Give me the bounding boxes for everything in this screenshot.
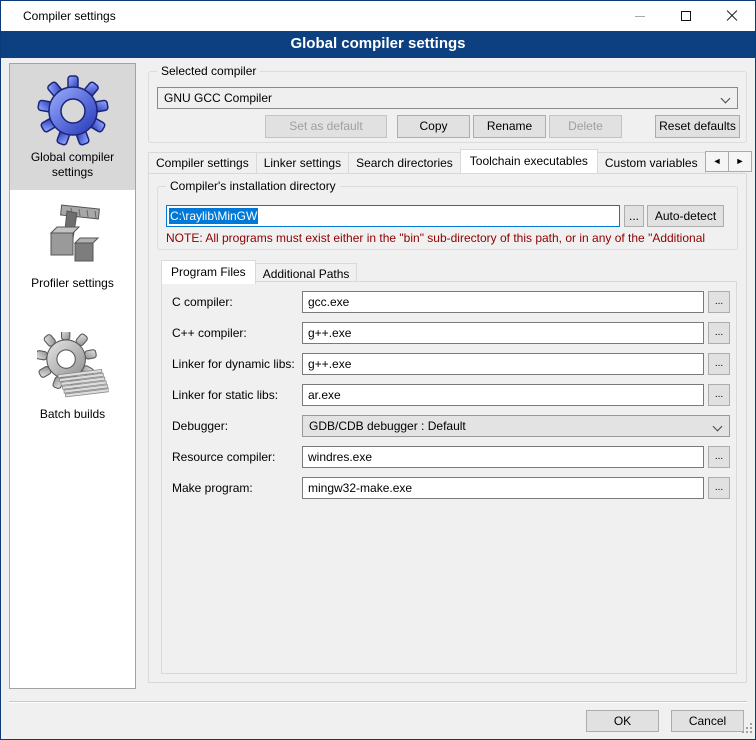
- footer-divider: [9, 701, 747, 703]
- compiler-buttons-row: Set as default Copy Rename Delete Reset …: [157, 115, 738, 138]
- browse-dynamic-linker-button[interactable]: ...: [708, 353, 730, 375]
- installation-directory-input[interactable]: C:\raylib\MinGW: [166, 205, 620, 227]
- cancel-button[interactable]: Cancel: [671, 710, 744, 732]
- tab-toolchain-executables[interactable]: Toolchain executables: [460, 149, 598, 173]
- form-row: Linker for dynamic libs: ...: [162, 353, 736, 375]
- program-files-panel: C compiler: ... C++ compiler: ... Linker…: [161, 281, 737, 674]
- compiler-select[interactable]: GNU GCC Compiler: [157, 87, 738, 109]
- blue-gear-icon: [14, 72, 131, 150]
- tab-custom-variables[interactable]: Custom variables: [597, 152, 706, 173]
- browse-resource-compiler-button[interactable]: ...: [708, 446, 730, 468]
- form-row: Make program: ...: [162, 477, 736, 499]
- dynamic-linker-input[interactable]: [302, 353, 704, 375]
- arrow-right-icon: ►: [736, 156, 745, 166]
- sidebar-item-label: Profiler settings: [14, 276, 131, 291]
- debugger-select-value: GDB/CDB debugger : Default: [309, 419, 466, 433]
- browse-c-compiler-button[interactable]: ...: [708, 291, 730, 313]
- chevron-down-icon: [713, 422, 723, 432]
- group-legend: Compiler's installation directory: [166, 179, 340, 194]
- tab-scroll-right-button[interactable]: ►: [728, 151, 752, 172]
- bin-subdirectory-note: NOTE: All programs must exist either in …: [166, 231, 735, 245]
- minimize-button[interactable]: [617, 1, 663, 31]
- resource-compiler-input[interactable]: [302, 446, 704, 468]
- browse-make-program-button[interactable]: ...: [708, 477, 730, 499]
- sidebar-item-label: Global compiler settings: [14, 150, 131, 180]
- delete-button[interactable]: Delete: [549, 115, 622, 138]
- make-program-input[interactable]: [302, 477, 704, 499]
- caption-buttons: [617, 1, 755, 31]
- form-row: Resource compiler: ...: [162, 446, 736, 468]
- browse-cpp-compiler-button[interactable]: ...: [708, 322, 730, 344]
- auto-detect-button[interactable]: Auto-detect: [647, 205, 724, 227]
- tab-compiler-settings[interactable]: Compiler settings: [148, 152, 257, 173]
- settings-category-list: Global compiler settings: [9, 63, 136, 689]
- field-label: C++ compiler:: [172, 322, 247, 344]
- form-row: C compiler: ...: [162, 291, 736, 313]
- field-label: Linker for dynamic libs:: [172, 353, 295, 375]
- sidebar-item-global-compiler-settings[interactable]: Global compiler settings: [10, 64, 135, 190]
- field-label: Linker for static libs:: [172, 384, 278, 406]
- chevron-down-icon: [721, 94, 731, 104]
- form-row: C++ compiler: ...: [162, 322, 736, 344]
- tab-scroll-left-button[interactable]: ◄: [705, 151, 729, 172]
- static-linker-input[interactable]: [302, 384, 704, 406]
- debugger-select[interactable]: GDB/CDB debugger : Default: [302, 415, 730, 437]
- sidebar-item-label: Batch builds: [14, 407, 131, 422]
- close-button[interactable]: [709, 1, 755, 31]
- sidebar-item-profiler-settings[interactable]: Profiler settings: [10, 190, 135, 301]
- browse-static-linker-button[interactable]: ...: [708, 384, 730, 406]
- field-label: C compiler:: [172, 291, 233, 313]
- maximize-icon: [681, 11, 691, 21]
- settings-tabs: Compiler settings Linker settings Search…: [148, 151, 741, 173]
- reset-defaults-button[interactable]: Reset defaults: [655, 115, 740, 138]
- rename-button[interactable]: Rename: [473, 115, 546, 138]
- titlebar: Compiler settings: [1, 1, 755, 31]
- arrow-left-icon: ◄: [713, 156, 722, 166]
- selected-compiler-group: Selected compiler GNU GCC Compiler Set a…: [148, 71, 747, 143]
- window-title: Compiler settings: [23, 1, 116, 31]
- gray-gear-stack-icon: [14, 329, 131, 407]
- tab-search-directories[interactable]: Search directories: [348, 152, 461, 173]
- ok-button[interactable]: OK: [586, 710, 659, 732]
- field-label: Debugger:: [172, 415, 228, 437]
- page-title: Global compiler settings: [1, 31, 755, 58]
- form-row: Linker for static libs: ...: [162, 384, 736, 406]
- sidebar-item-batch-builds[interactable]: Batch builds: [10, 321, 135, 432]
- compiler-select-value: GNU GCC Compiler: [164, 91, 272, 105]
- selected-path-text: C:\raylib\MinGW: [169, 208, 258, 224]
- field-label: Resource compiler:: [172, 446, 275, 468]
- compiler-settings-dialog: Compiler settings Global compiler settin…: [0, 0, 756, 740]
- toolchain-executables-panel: Compiler's installation directory C:\ray…: [148, 173, 747, 683]
- installation-directory-group: Compiler's installation directory C:\ray…: [157, 186, 738, 250]
- maximize-button[interactable]: [663, 1, 709, 31]
- caliper-icon: [14, 198, 131, 276]
- field-label: Make program:: [172, 477, 253, 499]
- resize-grip-icon[interactable]: [742, 722, 752, 736]
- set-as-default-button[interactable]: Set as default: [265, 115, 387, 138]
- minimize-icon: [635, 16, 645, 17]
- browse-directory-button[interactable]: ...: [624, 205, 644, 227]
- tab-linker-settings[interactable]: Linker settings: [256, 152, 349, 173]
- form-row: Debugger: GDB/CDB debugger : Default: [162, 415, 736, 437]
- group-legend: Selected compiler: [157, 64, 260, 79]
- cpp-compiler-input[interactable]: [302, 322, 704, 344]
- c-compiler-input[interactable]: [302, 291, 704, 313]
- copy-button[interactable]: Copy: [397, 115, 470, 138]
- tab-program-files[interactable]: Program Files: [161, 260, 256, 284]
- close-icon: [726, 10, 738, 22]
